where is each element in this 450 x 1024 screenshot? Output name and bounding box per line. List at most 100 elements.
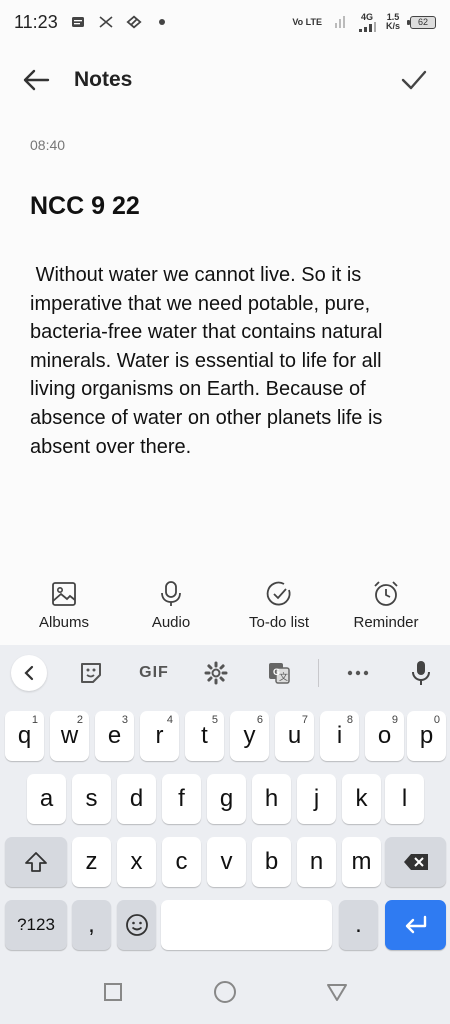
key-a[interactable]: a	[27, 774, 66, 824]
key-o[interactable]: o9	[365, 711, 404, 761]
key-label: i	[336, 722, 343, 749]
key-e[interactable]: e3	[95, 711, 134, 761]
backspace-icon	[403, 854, 428, 870]
key-label: x	[130, 848, 143, 875]
gif-button[interactable]: GIF	[136, 655, 172, 691]
key-t[interactable]: t5	[185, 711, 224, 761]
back-button[interactable]	[18, 62, 54, 98]
key-n[interactable]: n	[297, 837, 336, 887]
key-r[interactable]: r4	[140, 711, 179, 761]
key-k[interactable]: k	[342, 774, 381, 824]
note-tools-bar: Albums Audio To-do list Reminder	[0, 580, 450, 640]
albums-button[interactable]: Albums	[14, 580, 114, 631]
note-title[interactable]: NCC 9 22	[30, 192, 140, 221]
key-number: 4	[166, 714, 173, 726]
svg-text:文: 文	[279, 671, 288, 682]
key-label: c	[175, 848, 188, 875]
status-bar: 11:23 Vo LTE 4G 1.5 K/s 62	[0, 0, 450, 44]
circle-icon	[214, 981, 236, 1003]
enter-key[interactable]	[385, 900, 446, 950]
key-number: 5	[211, 714, 218, 726]
key-h[interactable]: h	[252, 774, 291, 824]
key-label: r	[155, 722, 164, 749]
key-number: 0	[433, 714, 440, 726]
more-options-button[interactable]	[340, 655, 376, 691]
keyboard-settings-button[interactable]	[198, 655, 234, 691]
sticker-button[interactable]	[73, 655, 109, 691]
key-x[interactable]: x	[117, 837, 156, 887]
symbols-label: ?123	[17, 915, 55, 934]
system-nav-bar	[0, 960, 450, 1024]
note-body[interactable]: Without water we cannot live. So it is i…	[30, 261, 430, 461]
chevron-left-icon	[24, 665, 34, 681]
key-label: z	[85, 848, 98, 875]
image-icon	[50, 580, 78, 608]
network-speed: 1.5 K/s	[386, 13, 400, 31]
voice-input-button[interactable]	[403, 655, 439, 691]
audio-button[interactable]: Audio	[121, 580, 221, 631]
key-l[interactable]: l	[385, 774, 424, 824]
comma-key[interactable]: ,	[72, 900, 111, 950]
key-label: m	[351, 848, 372, 875]
translate-button[interactable]: G文	[261, 655, 297, 691]
page-title: Notes	[74, 68, 133, 91]
key-label: f	[178, 785, 185, 812]
space-key[interactable]	[161, 900, 332, 950]
keyboard-toolbar: GIF G文	[0, 645, 450, 701]
enter-icon	[405, 915, 426, 934]
key-label: s	[85, 785, 98, 812]
key-label: k	[355, 785, 368, 812]
key-v[interactable]: v	[207, 837, 246, 887]
recents-button[interactable]	[99, 978, 127, 1006]
key-y[interactable]: y6	[230, 711, 269, 761]
key-label: g	[219, 785, 234, 812]
key-number: 6	[256, 714, 263, 726]
key-c[interactable]: c	[162, 837, 201, 887]
key-label: b	[264, 848, 279, 875]
backspace-key[interactable]	[385, 837, 446, 887]
key-g[interactable]: g	[207, 774, 246, 824]
key-label: l	[401, 785, 408, 812]
key-number: 9	[391, 714, 398, 726]
key-w[interactable]: w2	[50, 711, 89, 761]
keyboard: GIF G文 q1 w2 e3 r4 t5 y6 u7 i8 o9 p0 a s…	[0, 645, 450, 960]
key-s[interactable]: s	[72, 774, 111, 824]
key-j[interactable]: j	[297, 774, 336, 824]
key-i[interactable]: i8	[320, 711, 359, 761]
key-u[interactable]: u7	[275, 711, 314, 761]
comma-label: ,	[88, 911, 95, 938]
check-icon	[401, 70, 427, 90]
back-nav-button[interactable]	[323, 978, 351, 1006]
key-label: p	[419, 722, 434, 749]
key-f[interactable]: f	[162, 774, 201, 824]
microphone-icon	[157, 580, 185, 608]
emoji-key[interactable]	[117, 900, 156, 950]
signal-1-icon	[332, 14, 348, 30]
key-z[interactable]: z	[72, 837, 111, 887]
key-label: j	[313, 785, 320, 812]
symbols-key[interactable]: ?123	[5, 900, 67, 950]
toolbar-divider	[318, 659, 319, 687]
todo-list-button[interactable]: To-do list	[229, 580, 329, 631]
sticker-icon	[81, 663, 101, 683]
key-label: e	[107, 722, 122, 749]
key-p[interactable]: p0	[407, 711, 446, 761]
emoji-icon	[125, 914, 148, 936]
signal-2-icon	[358, 21, 376, 32]
key-b[interactable]: b	[252, 837, 291, 887]
period-key[interactable]: .	[339, 900, 378, 950]
key-label: d	[129, 785, 144, 812]
save-check-button[interactable]	[396, 62, 432, 98]
audio-label: Audio	[151, 614, 191, 631]
albums-label: Albums	[38, 614, 90, 631]
key-q[interactable]: q1	[5, 711, 44, 761]
reminder-button[interactable]: Reminder	[336, 580, 436, 631]
shift-key[interactable]	[5, 837, 67, 887]
key-m[interactable]: m	[342, 837, 381, 887]
battery-level: 62	[417, 16, 428, 27]
keyboard-collapse-button[interactable]	[11, 655, 47, 691]
key-d[interactable]: d	[117, 774, 156, 824]
speed-unit: K/s	[385, 21, 400, 31]
home-button[interactable]	[211, 978, 239, 1006]
key-label: q	[17, 722, 32, 749]
